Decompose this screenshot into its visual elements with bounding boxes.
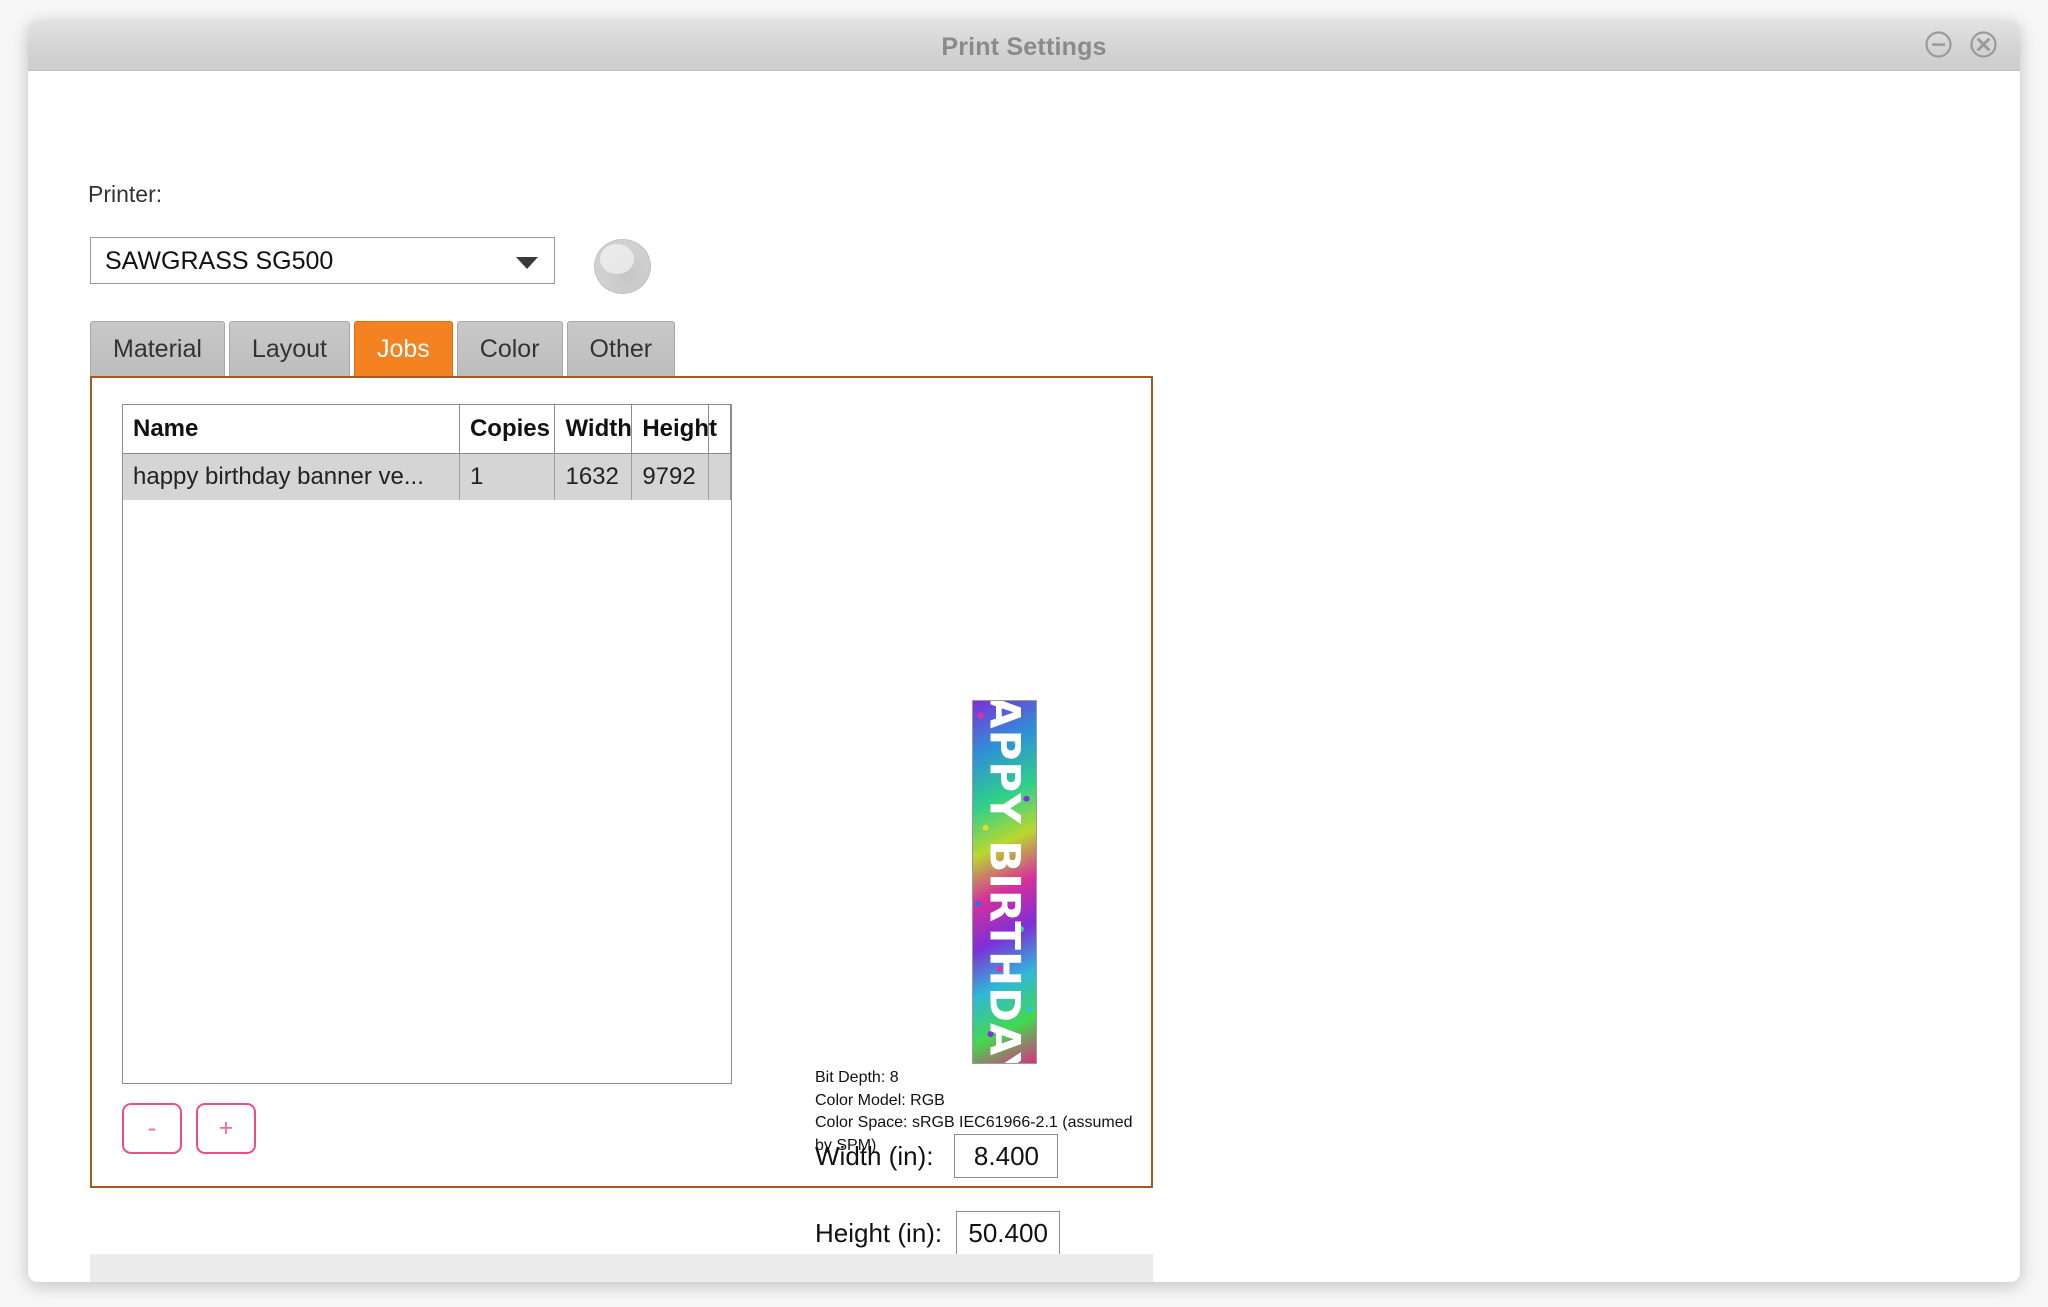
add-job-button[interactable]: + <box>196 1103 256 1154</box>
print-settings-window: Print Settings Printer: SAWGRASS SG500 M… <box>28 20 2020 1282</box>
window-controls <box>1924 30 1998 59</box>
jobs-list[interactable]: Name Copies Width Height happy birthday … <box>122 404 732 1084</box>
window-body: Printer: SAWGRASS SG500 Material Layout … <box>28 71 2020 1282</box>
metadata-color-model: Color Model: RGB <box>815 1091 945 1109</box>
job-list-controls: - + <box>122 1103 256 1154</box>
window-titlebar: Print Settings <box>28 20 2020 71</box>
width-input[interactable]: 8.400 <box>954 1134 1059 1178</box>
banner-text: HAPPY BIRTHDAY! <box>980 701 1029 1063</box>
printer-select-value: SAWGRASS SG500 <box>105 247 334 275</box>
column-header-name[interactable]: Name <box>123 405 460 454</box>
chevron-down-icon <box>516 257 538 269</box>
status-progress-bar <box>90 1254 1153 1282</box>
height-input[interactable]: 50.400 <box>956 1211 1061 1255</box>
cell-job-name: happy birthday banner ve... <box>123 453 460 500</box>
minimize-circle-icon[interactable] <box>1924 30 1953 59</box>
cell-job-width: 1632 <box>554 453 633 500</box>
table-row[interactable]: happy birthday banner ve... 1 1632 9792 <box>123 453 731 500</box>
column-header-height[interactable]: Height <box>631 405 717 454</box>
preview-pane: Print Manager 8.500 in HAPPY BIRTHDAY! 5… <box>1153 71 2020 1282</box>
column-header-width[interactable]: Width <box>554 405 633 454</box>
height-label: Height (in): <box>815 1217 943 1248</box>
cell-job-height: 9792 <box>631 453 710 500</box>
tab-material[interactable]: Material <box>90 321 225 376</box>
tab-jobs[interactable]: Jobs <box>353 321 453 376</box>
jobs-table: Name Copies Width Height happy birthday … <box>123 405 731 500</box>
height-field-row: Height (in): 50.400 <box>815 1211 1141 1255</box>
tab-color[interactable]: Color <box>456 321 563 376</box>
settings-pane: Printer: SAWGRASS SG500 Material Layout … <box>28 71 1153 1282</box>
cell-job-spacer <box>708 453 731 500</box>
banner-artwork: HAPPY BIRTHDAY! <box>973 701 1036 1063</box>
settings-tabs: Material Layout Jobs Color Other <box>90 321 676 376</box>
width-label: Width (in): <box>815 1140 934 1171</box>
job-thumbnail[interactable]: HAPPY BIRTHDAY! <box>972 700 1037 1064</box>
table-header-row: Name Copies Width Height <box>123 405 731 454</box>
tab-layout[interactable]: Layout <box>228 321 350 376</box>
printer-status-circle <box>594 239 651 294</box>
remove-job-button[interactable]: - <box>122 1103 182 1154</box>
printer-label: Printer: <box>88 181 163 207</box>
printer-select[interactable]: SAWGRASS SG500 <box>90 237 555 284</box>
metadata-bit-depth: Bit Depth: 8 <box>815 1069 899 1086</box>
column-header-copies[interactable]: Copies <box>459 405 556 454</box>
jobs-panel: Name Copies Width Height happy birthday … <box>90 376 1153 1282</box>
window-title: Print Settings <box>941 33 1107 61</box>
width-field-row: Width (in): 8.400 <box>815 1134 1139 1178</box>
cell-job-copies: 1 <box>459 453 556 500</box>
close-circle-icon[interactable] <box>1969 30 1998 59</box>
tab-other[interactable]: Other <box>566 321 676 376</box>
